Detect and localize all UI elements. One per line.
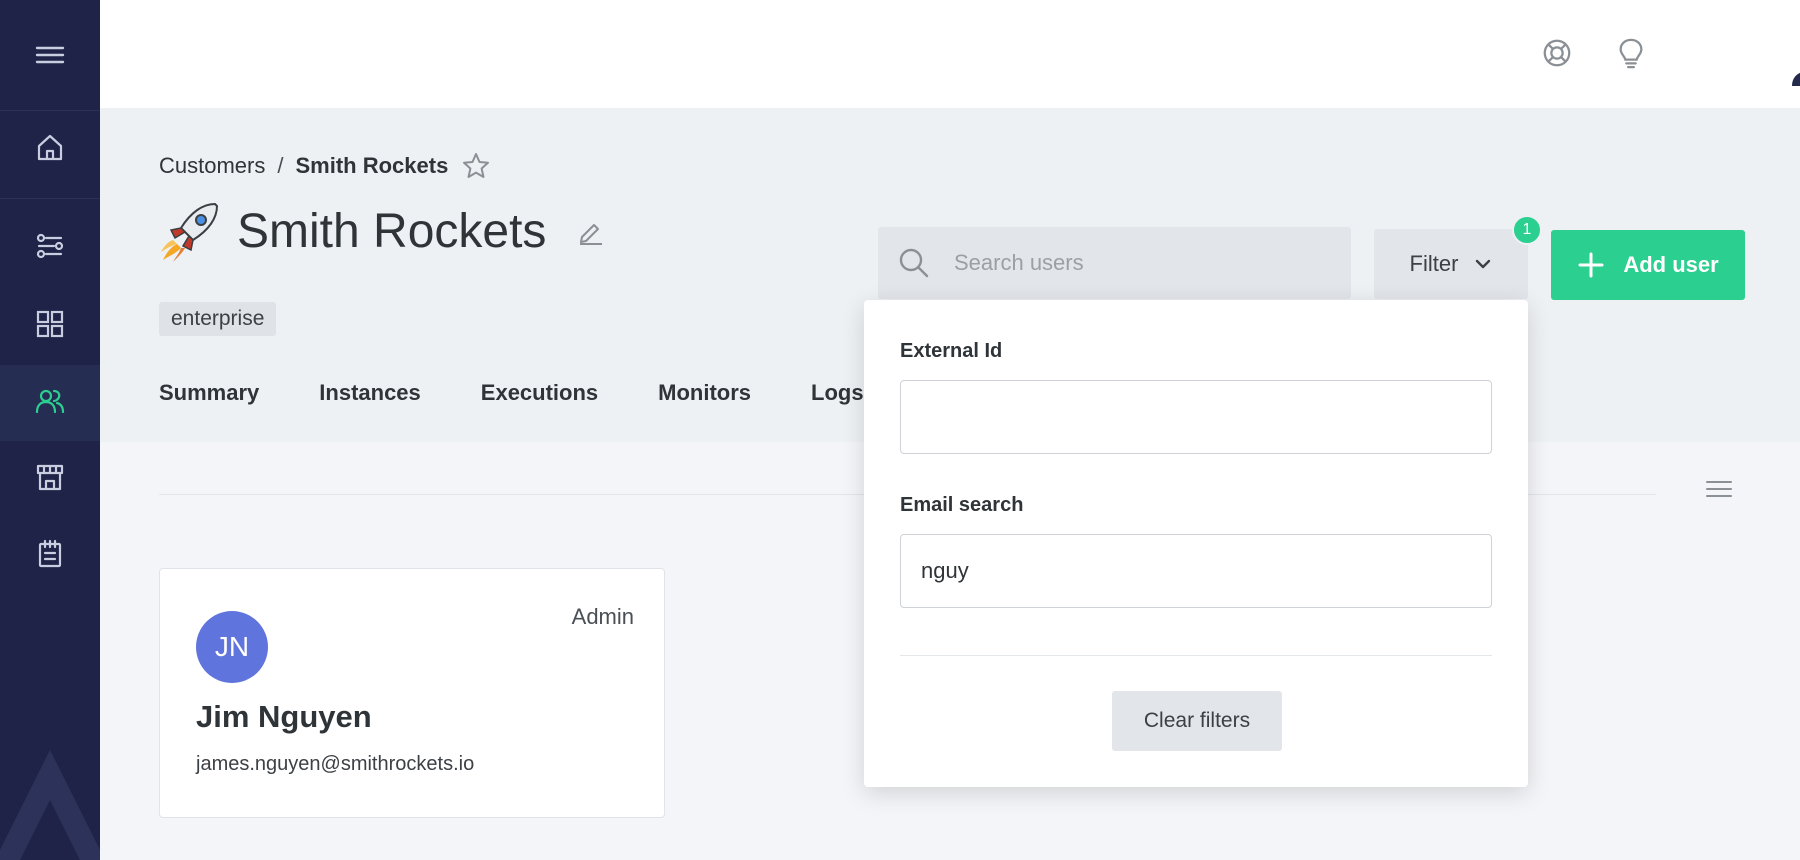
email-search-label: Email search (900, 494, 1024, 516)
users-icon (35, 386, 65, 421)
user-email: james.nguyen@smithrockets.io (196, 753, 475, 775)
sidebar-item-customers[interactable] (0, 365, 100, 441)
add-user-label: Add user (1623, 252, 1719, 277)
store-icon (35, 462, 65, 497)
tab-monitors[interactable]: Monitors (658, 380, 751, 406)
flows-icon (35, 231, 65, 266)
search-bar (878, 227, 1351, 299)
external-id-field[interactable] (900, 380, 1492, 454)
lifebuoy-icon[interactable] (1540, 36, 1574, 70)
notepad-icon (35, 539, 65, 574)
tab-summary[interactable]: Summary (159, 380, 259, 406)
user-role: Admin (571, 604, 634, 629)
brand-watermark-icon (0, 750, 100, 860)
tab-executions[interactable]: Executions (481, 380, 598, 406)
chevron-down-icon (1476, 259, 1491, 269)
grid-icon (35, 309, 65, 344)
email-search-field[interactable] (900, 534, 1492, 608)
hamburger-icon[interactable] (0, 17, 100, 93)
user-card[interactable]: JN Admin Jim Nguyen james.nguyen@smithro… (159, 568, 665, 818)
breadcrumb: Customers / Smith Rockets (159, 152, 490, 180)
tab-bar: Summary Instances Executions Monitors Lo… (159, 380, 924, 406)
star-icon[interactable] (462, 152, 490, 180)
breadcrumb-current: Smith Rockets (295, 153, 449, 178)
list-view-icon[interactable] (1705, 478, 1733, 500)
external-id-label: External Id (900, 340, 1003, 362)
sidebar-item-logs[interactable] (0, 518, 100, 594)
sidebar-divider (0, 198, 100, 199)
lightbulb-icon[interactable] (1614, 36, 1648, 70)
sidebar-item-flows[interactable] (0, 210, 100, 286)
home-icon (35, 132, 65, 167)
avatar: JN (196, 611, 268, 683)
edit-pencil-icon[interactable] (576, 217, 604, 245)
sidebar-item-marketplace[interactable] (0, 441, 100, 517)
sidebar-item-dashboard[interactable] (0, 288, 100, 364)
user-avatar-icon[interactable] (1788, 20, 1800, 86)
tab-logs[interactable]: Logs (811, 380, 864, 406)
search-input[interactable] (954, 250, 1314, 276)
filter-dropdown: External Id Email search Clear filters (864, 300, 1528, 787)
rocket-icon (161, 202, 219, 262)
breadcrumb-parent-link[interactable]: Customers (159, 153, 265, 179)
dropdown-divider (900, 655, 1492, 656)
add-user-button[interactable]: Add user (1551, 230, 1745, 300)
customer-tag: enterprise (159, 302, 277, 336)
filter-count-badge: 1 (1512, 215, 1542, 245)
sidebar-item-home[interactable] (0, 111, 100, 187)
search-icon (899, 248, 929, 278)
title-row: Smith Rockets (159, 200, 604, 262)
tab-instances[interactable]: Instances (319, 380, 421, 406)
top-bar (100, 0, 1800, 108)
breadcrumb-separator: / (277, 153, 284, 178)
filter-button-label: Filter (1409, 251, 1459, 276)
user-name: Jim Nguyen (196, 699, 372, 734)
plus-icon (1578, 252, 1604, 278)
clear-filters-button[interactable]: Clear filters (1112, 691, 1282, 751)
filter-button[interactable]: Filter (1374, 229, 1528, 299)
page-title: Smith Rockets (237, 204, 547, 258)
sidebar (0, 0, 100, 860)
